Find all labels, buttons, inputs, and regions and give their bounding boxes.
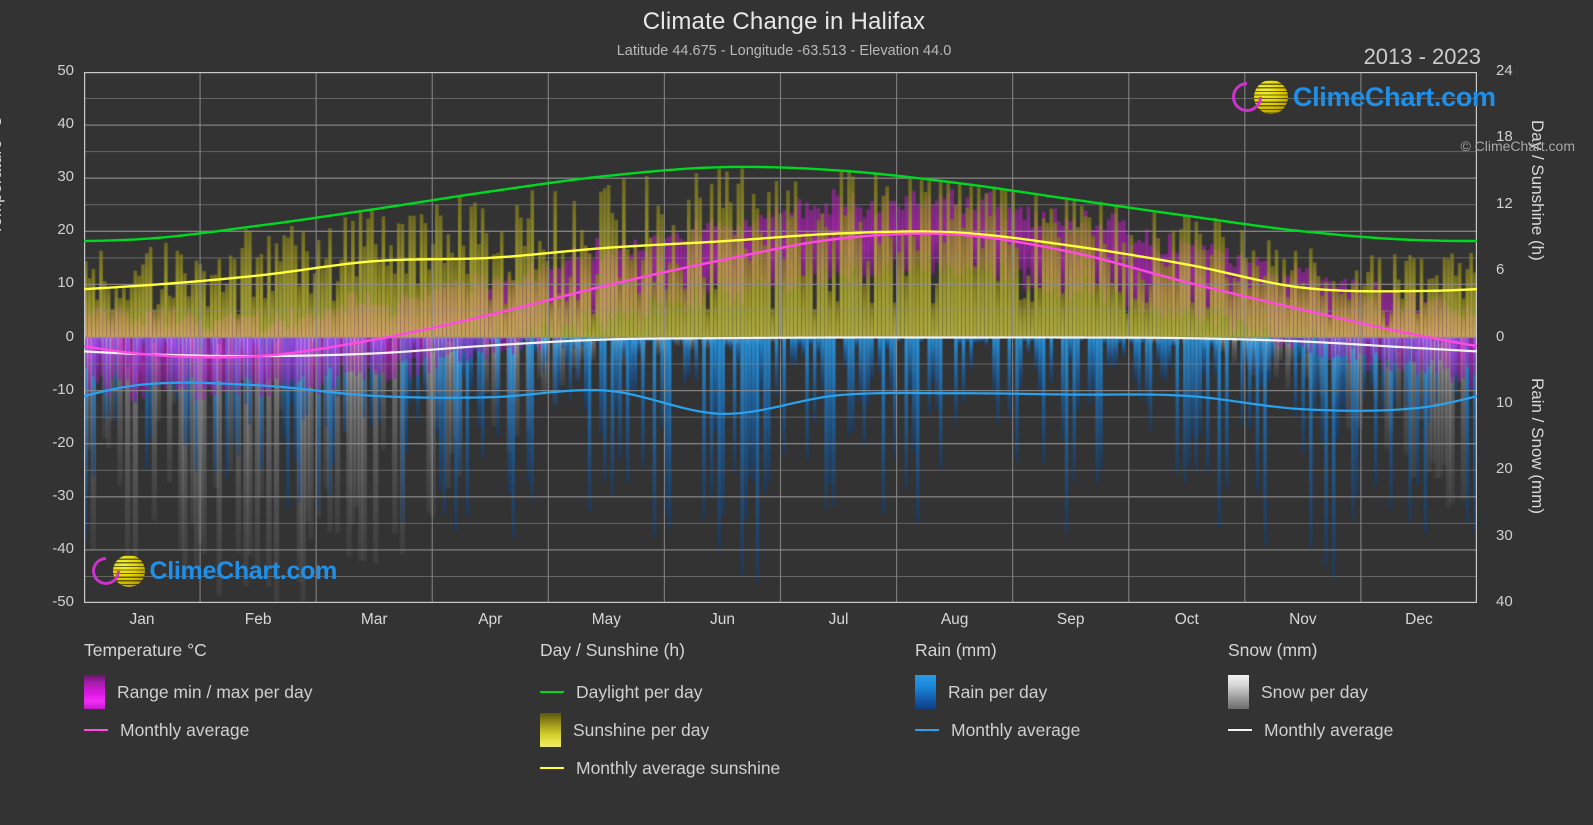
chart-legend: Temperature °C Range min / max per day Mon… bbox=[0, 640, 1593, 825]
x-tick-may: May bbox=[591, 611, 622, 628]
y-tick-hours-12: 12 bbox=[1496, 194, 1513, 212]
y-tick-temp-50: 50 bbox=[57, 62, 74, 79]
legend-item-label: Snow per day bbox=[1261, 681, 1369, 702]
y-tick-temp--20: -20 bbox=[52, 433, 74, 451]
y-tick-temp-40: 40 bbox=[57, 115, 74, 133]
legend-group-rain-mm-: Rain (mm) Rain per day Monthly average bbox=[915, 640, 1080, 749]
x-tick-feb: Feb bbox=[244, 611, 272, 628]
y-tick-mm-40: 40 bbox=[1496, 593, 1513, 610]
legend-group-title: Snow (mm) bbox=[1228, 640, 1318, 660]
y-tick-mm-30: 30 bbox=[1496, 526, 1513, 544]
x-tick-aug: Aug bbox=[940, 611, 969, 628]
watermark-logo-top: ClimeChart.com bbox=[1225, 75, 1496, 119]
y-tick-mm-10: 10 bbox=[1496, 393, 1513, 411]
x-tick-mar: Mar bbox=[360, 611, 388, 628]
location-subtitle: Latitude 44.675 - Longitude -63.513 - El… bbox=[616, 43, 952, 59]
y-axis-right-bottom-title: Rain / Snow (mm) bbox=[1528, 378, 1547, 515]
legend-item-label: Daylight per day bbox=[576, 681, 703, 702]
legend-item[interactable]: Monthly average sunshine bbox=[540, 749, 780, 787]
legend-swatch-line bbox=[1228, 729, 1252, 731]
y-tick-temp--30: -30 bbox=[52, 486, 74, 504]
y-tick-temp-30: 30 bbox=[57, 168, 74, 186]
legend-swatch-gradient bbox=[1228, 675, 1249, 709]
grid-and-lines bbox=[84, 72, 1477, 603]
legend-item[interactable]: Monthly average bbox=[84, 711, 313, 749]
x-tick-oct: Oct bbox=[1174, 611, 1199, 628]
brand-name: ClimeChart.com bbox=[149, 556, 338, 585]
legend-item-label: Monthly average bbox=[951, 719, 1081, 740]
y-tick-temp--10: -10 bbox=[52, 380, 74, 398]
y-tick-temp-10: 10 bbox=[57, 274, 74, 292]
brand-name: ClimeChart.com bbox=[1292, 81, 1496, 112]
x-tick-jul: Jul bbox=[828, 611, 849, 628]
copyright-label: © ClimeChart.com bbox=[1460, 138, 1575, 154]
y-tick-mm-20: 20 bbox=[1496, 460, 1513, 478]
y-axis-left-title: Temperature °C bbox=[0, 115, 5, 235]
legend-swatch-gradient bbox=[84, 675, 105, 709]
x-tick-jan: Jan bbox=[129, 611, 155, 628]
x-tick-nov: Nov bbox=[1289, 611, 1317, 628]
legend-group-title: Rain (mm) bbox=[915, 640, 997, 660]
legend-swatch-line bbox=[540, 691, 564, 693]
legend-item-label: Range min / max per day bbox=[117, 681, 313, 702]
legend-group-title: Temperature °C bbox=[84, 640, 207, 660]
y-tick-temp-0: 0 bbox=[65, 327, 74, 345]
legend-item[interactable]: Monthly average bbox=[915, 711, 1080, 749]
x-tick-jun: Jun bbox=[709, 611, 735, 628]
legend-item[interactable]: Range min / max per day bbox=[84, 673, 313, 711]
x-tick-dec: Dec bbox=[1405, 611, 1433, 628]
legend-item-label: Monthly average sunshine bbox=[576, 757, 781, 778]
y-tick-temp--40: -40 bbox=[52, 539, 74, 557]
y-tick-hours-24: 24 bbox=[1496, 62, 1513, 79]
legend-swatch-line bbox=[84, 729, 108, 731]
period-label: 2013 - 2023 bbox=[1363, 44, 1481, 69]
legend-swatch-line bbox=[540, 767, 564, 769]
x-tick-apr: Apr bbox=[478, 611, 503, 628]
legend-item-label: Monthly average bbox=[1264, 719, 1394, 740]
legend-item[interactable]: Rain per day bbox=[915, 673, 1080, 711]
legend-swatch-gradient bbox=[540, 713, 561, 747]
legend-swatch-gradient bbox=[915, 675, 936, 709]
legend-item[interactable]: Monthly average bbox=[1228, 711, 1393, 749]
legend-item-label: Rain per day bbox=[948, 681, 1048, 702]
climate-chart-page: Climate Change in Halifax Latitude 44.67… bbox=[0, 0, 1593, 825]
legend-item[interactable]: Snow per day bbox=[1228, 673, 1393, 711]
legend-group-temperature-c: Temperature °C Range min / max per day Mon… bbox=[84, 640, 313, 749]
watermark-logo-bottom: ClimeChart.com bbox=[86, 551, 338, 591]
legend-item-label: Sunshine per day bbox=[573, 719, 710, 740]
legend-item[interactable]: Sunshine per day bbox=[540, 711, 780, 749]
legend-swatch-line bbox=[915, 729, 939, 731]
legend-group-title: Day / Sunshine (h) bbox=[540, 640, 685, 660]
legend-group-day-sunshine-h-: Day / Sunshine (h) Daylight per day Sunshi… bbox=[540, 640, 780, 787]
y-tick-temp-20: 20 bbox=[57, 221, 74, 239]
y-tick-hours-0: 0 bbox=[1496, 327, 1505, 345]
legend-item[interactable]: Daylight per day bbox=[540, 673, 780, 711]
y-tick-hours-6: 6 bbox=[1496, 261, 1505, 279]
legend-group-snow-mm-: Snow (mm) Snow per day Monthly average bbox=[1228, 640, 1393, 749]
page-title: Climate Change in Halifax bbox=[642, 8, 926, 35]
legend-item-label: Monthly average bbox=[120, 719, 250, 740]
y-tick-temp--50: -50 bbox=[52, 593, 74, 610]
chart-plot-area bbox=[84, 72, 1477, 603]
x-tick-sep: Sep bbox=[1056, 611, 1085, 628]
